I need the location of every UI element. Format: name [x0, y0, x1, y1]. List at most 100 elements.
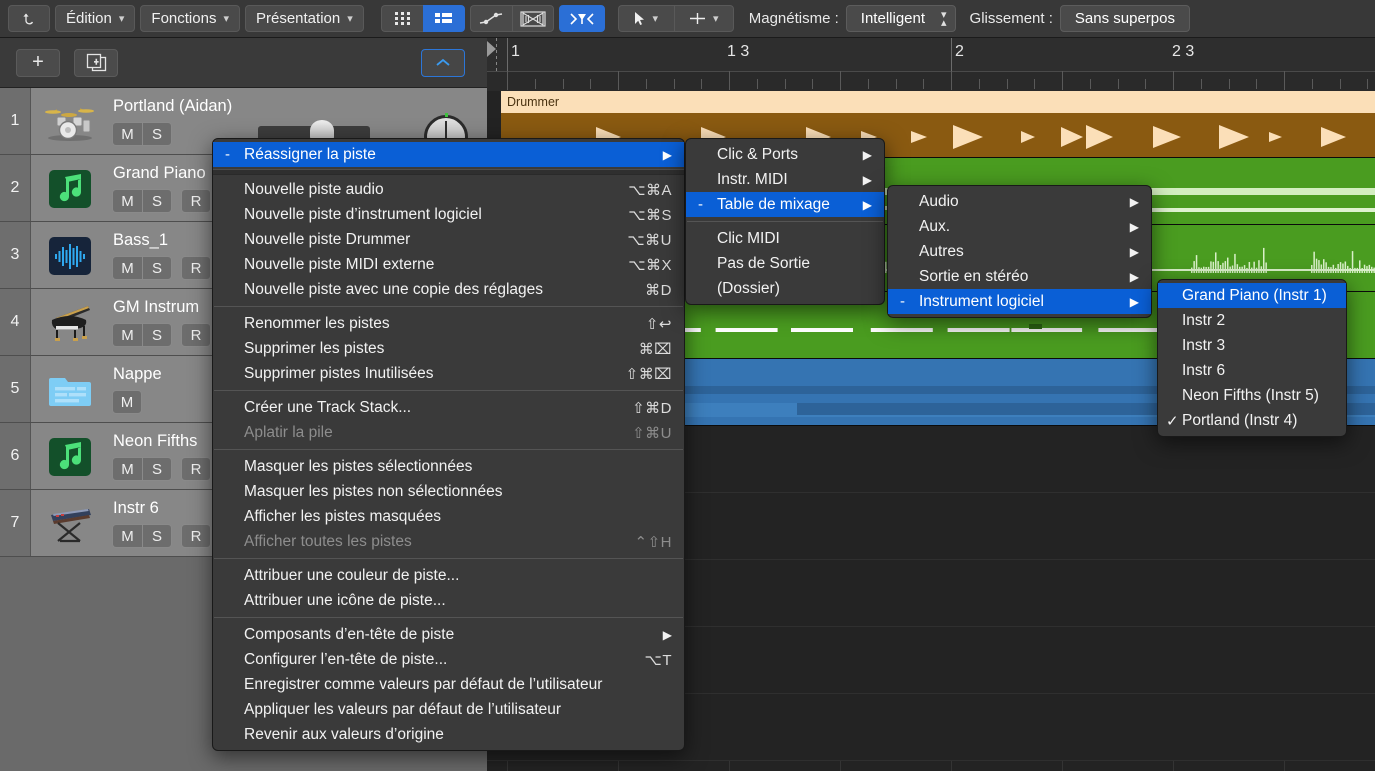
menu-item[interactable]: Instr 2 — [1158, 308, 1346, 333]
software-instrument-submenu[interactable]: Grand Piano (Instr 1)Instr 2Instr 3Instr… — [1157, 279, 1347, 437]
menu-item[interactable]: Clic MIDI — [686, 226, 884, 251]
menu-separator — [214, 558, 683, 559]
record-button[interactable]: R — [181, 189, 211, 213]
timeline-ruler[interactable]: 1 1 3 2 2 3 — [487, 38, 1375, 92]
library-grid-icon[interactable] — [381, 5, 423, 32]
drag-value-popup[interactable]: Sans superpos — [1060, 5, 1190, 32]
solo-button[interactable]: S — [142, 323, 172, 347]
menu-item[interactable]: -Réassigner la piste▶ — [213, 142, 684, 167]
solo-button[interactable]: S — [142, 122, 172, 146]
menu-item[interactable]: Nouvelle piste d’instrument logiciel⌥⌘S — [213, 202, 684, 227]
marquee-tool-icon[interactable]: ▾ — [674, 5, 734, 32]
menu-item[interactable]: Configurer l’en-tête de piste...⌥T — [213, 647, 684, 672]
record-button[interactable]: R — [181, 256, 211, 280]
mute-button[interactable]: M — [112, 256, 142, 280]
menu-item[interactable]: Nouvelle piste Drummer⌥⌘U — [213, 227, 684, 252]
track-name[interactable]: Bass_1 — [113, 231, 168, 250]
mute-button[interactable]: M — [112, 189, 142, 213]
menu-item-shortcut: ⌥⌘A — [628, 181, 672, 199]
menu-item[interactable]: Aux.▶ — [888, 214, 1151, 239]
duplicate-track-icon[interactable] — [74, 49, 118, 77]
grand-piano-icon[interactable] — [43, 301, 97, 345]
menu-item[interactable]: ✓Portland (Instr 4) — [1158, 408, 1346, 433]
track-list-icon[interactable] — [423, 5, 465, 32]
record-button[interactable]: R — [181, 457, 211, 481]
add-track-button[interactable]: + — [16, 49, 60, 77]
menu-fonctions[interactable]: Fonctions ▾ — [140, 5, 240, 32]
mute-button[interactable]: M — [112, 323, 142, 347]
menu-item-label: Clic MIDI — [717, 230, 872, 248]
ruler-tick — [1201, 79, 1202, 89]
menu-item[interactable]: -Table de mixage▶ — [686, 192, 884, 217]
menu-item[interactable]: Composants d’en-tête de piste▶ — [213, 622, 684, 647]
menu-item[interactable]: Neon Fifths (Instr 5) — [1158, 383, 1346, 408]
solo-button[interactable]: S — [142, 524, 172, 548]
menu-item[interactable]: Attribuer une icône de piste... — [213, 588, 684, 613]
folder-stack-icon[interactable] — [43, 368, 97, 412]
track-context-menu[interactable]: -Réassigner la piste▶ Nouvelle piste audi… — [212, 138, 685, 751]
track-name[interactable]: Instr 6 — [113, 499, 159, 518]
menu-item[interactable]: Grand Piano (Instr 1) — [1158, 283, 1346, 308]
track-name[interactable]: Portland (Aidan) — [113, 97, 232, 116]
mute-button[interactable]: M — [112, 122, 142, 146]
menu-item[interactable]: Nouvelle piste audio⌥⌘A — [213, 177, 684, 202]
menu-item[interactable]: Revenir aux valeurs d’origine — [213, 722, 684, 747]
menu-item[interactable]: Pas de Sortie — [686, 251, 884, 276]
collapse-chevron-icon[interactable] — [421, 49, 465, 77]
menu-item[interactable]: Appliquer les valeurs par défaut de l’ut… — [213, 697, 684, 722]
solo-button[interactable]: S — [142, 256, 172, 280]
music-note-icon[interactable] — [43, 435, 97, 479]
mute-button[interactable]: M — [112, 390, 142, 414]
stepper-icon: ▾▴ — [941, 11, 947, 27]
flex-pitch-icon[interactable] — [559, 5, 605, 32]
menu-item[interactable]: Audio▶ — [888, 189, 1151, 214]
submenu-arrow-icon: ▶ — [863, 198, 872, 212]
menu-item[interactable]: -Instrument logiciel▶ — [888, 289, 1151, 314]
record-button[interactable]: R — [181, 524, 211, 548]
record-button[interactable]: R — [181, 323, 211, 347]
menu-item[interactable]: Autres▶ — [888, 239, 1151, 264]
solo-button[interactable]: S — [142, 189, 172, 213]
menu-item[interactable]: Attribuer une couleur de piste... — [213, 563, 684, 588]
menu-edition[interactable]: Édition ▾ — [55, 5, 135, 32]
music-note-icon[interactable] — [43, 167, 97, 211]
track-name[interactable]: Grand Piano — [113, 164, 206, 183]
track-buttons: M — [112, 390, 142, 414]
flex-time-icon[interactable] — [512, 5, 554, 32]
menu-item[interactable]: Clic & Ports▶ — [686, 142, 884, 167]
menu-item-shortcut: ⌃⇧H — [635, 533, 672, 551]
menu-item[interactable]: Instr. MIDI▶ — [686, 167, 884, 192]
waveform-icon[interactable] — [43, 234, 97, 278]
reassign-track-submenu[interactable]: Clic & Ports▶Instr. MIDI▶-Table de mixag… — [685, 138, 885, 305]
drumkit-icon[interactable] — [43, 100, 97, 144]
track-name[interactable]: GM Instrum — [113, 298, 199, 317]
solo-button[interactable]: S — [142, 457, 172, 481]
mute-button[interactable]: M — [112, 524, 142, 548]
menu-item[interactable]: Masquer les pistes non sélectionnées — [213, 479, 684, 504]
undo-arrow-icon[interactable] — [8, 5, 50, 32]
chevron-down-icon: ▾ — [223, 12, 229, 25]
menu-item-label: Configurer l’en-tête de piste... — [244, 651, 619, 669]
pointer-tool-icon[interactable]: ▾ — [618, 5, 674, 32]
menu-item[interactable]: Renommer les pistes⇧↩ — [213, 311, 684, 336]
mixer-submenu[interactable]: Audio▶Aux.▶Autres▶Sortie en stéréo▶-Inst… — [887, 185, 1152, 318]
menu-item[interactable]: Afficher les pistes masquées — [213, 504, 684, 529]
menu-presentation[interactable]: Présentation ▾ — [245, 5, 364, 32]
menu-item[interactable]: Créer une Track Stack...⇧⌘D — [213, 395, 684, 420]
menu-item[interactable]: (Dossier) — [686, 276, 884, 301]
snap-value-popup[interactable]: Intelligent ▾▴ — [846, 5, 956, 32]
menu-item[interactable]: Supprimer pistes Inutilisées⇧⌘⌧ — [213, 361, 684, 386]
menu-item[interactable]: Nouvelle piste avec une copie des réglag… — [213, 277, 684, 302]
track-name[interactable]: Neon Fifths — [113, 432, 197, 451]
menu-item[interactable]: Instr 6 — [1158, 358, 1346, 383]
menu-item[interactable]: Supprimer les pistes⌘⌧ — [213, 336, 684, 361]
track-name[interactable]: Nappe — [113, 365, 162, 384]
menu-item[interactable]: Nouvelle piste MIDI externe⌥⌘X — [213, 252, 684, 277]
menu-item[interactable]: Masquer les pistes sélectionnées — [213, 454, 684, 479]
menu-item[interactable]: Enregistrer comme valeurs par défaut de … — [213, 672, 684, 697]
mute-button[interactable]: M — [112, 457, 142, 481]
menu-item[interactable]: Instr 3 — [1158, 333, 1346, 358]
keyboard-stand-icon[interactable] — [43, 502, 97, 546]
menu-item[interactable]: Sortie en stéréo▶ — [888, 264, 1151, 289]
automation-curve-icon[interactable] — [470, 5, 512, 32]
